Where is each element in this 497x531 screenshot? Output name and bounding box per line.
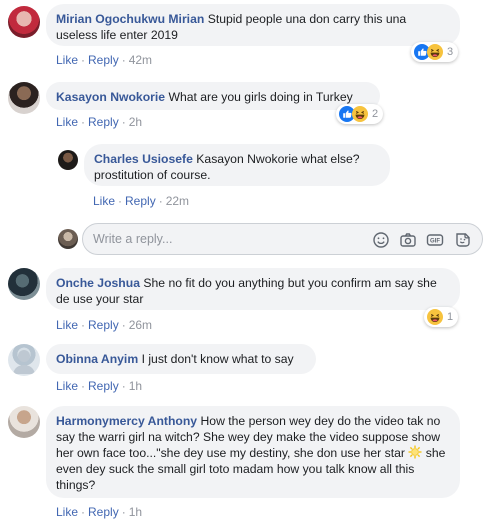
reply-link[interactable]: Reply bbox=[125, 194, 156, 208]
timestamp[interactable]: 1h bbox=[129, 379, 142, 393]
comment-actions: Like · Reply · 1h bbox=[56, 379, 143, 393]
timestamp[interactable]: 2h bbox=[129, 115, 142, 129]
reply-link[interactable]: Reply bbox=[88, 115, 119, 129]
sun-emoji bbox=[408, 445, 422, 459]
comment-text: I just don't know what to say bbox=[141, 352, 294, 366]
reaction-summary[interactable]: 3 bbox=[411, 42, 459, 62]
comment-bubble: Obinna Anyim I just don't know what to s… bbox=[46, 344, 316, 374]
comment-bubble: Charles Usiosefe Kasayon Nwokorie what e… bbox=[84, 144, 390, 186]
commenter-name[interactable]: Onche Joshua bbox=[56, 276, 140, 290]
comment-bubble: Onche Joshua She no fit do you anything … bbox=[46, 268, 460, 310]
timestamp[interactable]: 42m bbox=[129, 53, 152, 67]
comment-actions: Like · Reply · 2h bbox=[56, 115, 143, 129]
reaction-summary[interactable]: 2 bbox=[336, 104, 384, 124]
like-link[interactable]: Like bbox=[56, 115, 78, 129]
comment-text: What are you girls doing in Turkey bbox=[168, 90, 353, 104]
timestamp[interactable]: 26m bbox=[129, 318, 152, 332]
comment-bubble: Mirian Ogochukwu Mirian Stupid people un… bbox=[46, 4, 460, 46]
haha-icon bbox=[352, 106, 368, 122]
default-avatar-icon bbox=[13, 350, 35, 374]
commenter-name[interactable]: Harmonymercy Anthony bbox=[56, 414, 197, 428]
like-link[interactable]: Like bbox=[56, 53, 78, 67]
reaction-count: 1 bbox=[447, 311, 454, 323]
comment-bubble: Harmonymercy Anthony How the person wey … bbox=[46, 406, 460, 498]
avatar[interactable] bbox=[8, 6, 40, 38]
comment-actions: Like · Reply · 42m bbox=[56, 53, 153, 67]
camera-icon[interactable] bbox=[399, 231, 417, 249]
commenter-name[interactable]: Mirian Ogochukwu Mirian bbox=[56, 12, 204, 26]
gif-icon[interactable]: GIF bbox=[426, 231, 444, 249]
avatar[interactable] bbox=[8, 344, 40, 376]
sticker-icon[interactable] bbox=[454, 231, 472, 249]
avatar[interactable] bbox=[8, 268, 40, 300]
like-link[interactable]: Like bbox=[56, 318, 78, 332]
svg-text:GIF: GIF bbox=[430, 239, 440, 245]
commenter-name[interactable]: Charles Usiosefe bbox=[94, 152, 193, 166]
timestamp[interactable]: 22m bbox=[166, 194, 189, 208]
avatar[interactable] bbox=[8, 82, 40, 114]
comment-actions: Like · Reply · 22m bbox=[93, 194, 190, 208]
haha-icon bbox=[427, 309, 443, 325]
like-link[interactable]: Like bbox=[56, 505, 78, 519]
comment-actions: Like · Reply · 26m bbox=[56, 318, 153, 332]
commenter-name[interactable]: Obinna Anyim bbox=[56, 352, 138, 366]
current-user-avatar bbox=[58, 229, 78, 249]
emoji-icon[interactable] bbox=[372, 231, 390, 249]
reply-composer: GIF bbox=[82, 223, 483, 255]
reply-link[interactable]: Reply bbox=[88, 53, 119, 67]
reply-link[interactable]: Reply bbox=[88, 505, 119, 519]
reply-input[interactable] bbox=[93, 230, 343, 248]
comment-bubble: Kasayon Nwokorie What are you girls doin… bbox=[46, 82, 380, 110]
reply-link[interactable]: Reply bbox=[88, 318, 119, 332]
haha-icon bbox=[427, 44, 443, 60]
comment-actions: Like · Reply · 1h bbox=[56, 505, 143, 519]
reaction-count: 2 bbox=[372, 108, 379, 120]
reaction-count: 3 bbox=[447, 46, 454, 58]
reaction-summary[interactable]: 1 bbox=[424, 307, 459, 327]
avatar[interactable] bbox=[8, 406, 40, 438]
timestamp[interactable]: 1h bbox=[129, 505, 142, 519]
reply-link[interactable]: Reply bbox=[88, 379, 119, 393]
avatar[interactable] bbox=[58, 150, 78, 170]
like-link[interactable]: Like bbox=[93, 194, 115, 208]
like-link[interactable]: Like bbox=[56, 379, 78, 393]
commenter-name[interactable]: Kasayon Nwokorie bbox=[56, 90, 165, 104]
